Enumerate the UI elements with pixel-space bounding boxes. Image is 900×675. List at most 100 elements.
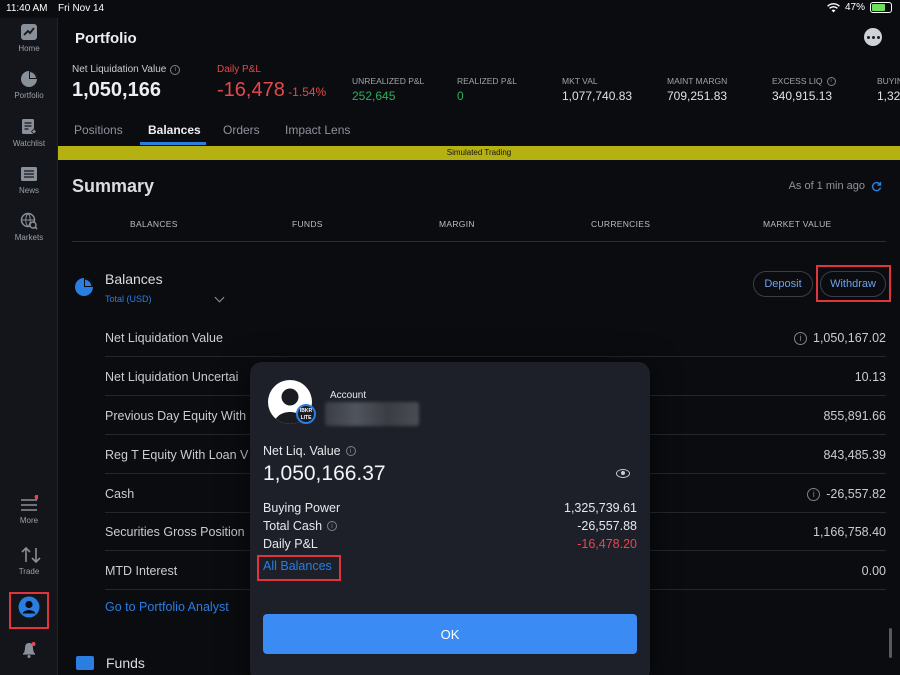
sidebar-item-more[interactable]: More <box>0 494 58 525</box>
metric-unrealized-label: UNREALIZED P&L <box>352 76 425 86</box>
row-label: Cash <box>105 487 135 501</box>
sidebar-item-trade[interactable]: Trade <box>0 546 58 576</box>
daily-pnl-value: -16,478.20 <box>577 537 637 551</box>
metric-excess-liq-value: 340,915.13 <box>772 89 833 103</box>
news-icon <box>20 165 38 183</box>
as-of-text: As of 1 min ago <box>788 180 865 192</box>
tab-positions[interactable]: Positions <box>74 123 123 137</box>
account-label: Account <box>330 390 367 401</box>
status-right: 47% <box>827 2 892 13</box>
pie-chart-icon <box>20 70 38 88</box>
metrics-bar: Net Liquidation Value i 1,050,166 Daily P… <box>58 60 900 112</box>
net-liq-value: 1,050,166.37 <box>263 462 386 485</box>
buying-power-label: Buying Power <box>263 501 341 515</box>
bell-icon <box>20 641 38 659</box>
more-options-button[interactable] <box>864 28 882 46</box>
portfolio-analyst-link[interactable]: Go to Portfolio Analyst <box>105 600 229 614</box>
metric-unrealized[interactable]: UNREALIZED P&L 252,645 <box>352 76 424 103</box>
info-icon: i <box>170 64 181 75</box>
ok-button[interactable]: OK <box>263 614 637 654</box>
metric-buying-power[interactable]: BUYIN 1,32 <box>877 76 900 103</box>
metric-realized-value: 0 <box>457 89 464 103</box>
metric-maint-margin-label: MAINT MARGN <box>667 76 728 86</box>
category-tab-market-value[interactable]: MARKET VALUE <box>763 219 831 229</box>
tab-impact-lens[interactable]: Impact Lens <box>285 123 350 137</box>
tab-balances[interactable]: Balances <box>148 123 201 137</box>
sidebar-label-more: More <box>19 516 39 525</box>
as-of-refresh[interactable]: As of 1 min ago <box>789 180 882 192</box>
sidebar-label-trade: Trade <box>18 567 40 576</box>
info-icon[interactable]: i <box>794 331 807 345</box>
metric-unrealized-value: 252,645 <box>352 89 396 103</box>
metric-excess-liq-label: EXCESS LIQ <box>772 76 823 86</box>
scrollbar[interactable] <box>889 628 892 658</box>
metric-realized[interactable]: REALIZED P&L 0 <box>457 76 517 103</box>
row-label: Securities Gross Position <box>105 525 245 539</box>
ibkr-lite-badge: IBKR LITE <box>296 404 316 424</box>
row-label: Reg T Equity With Loan V <box>105 448 249 462</box>
row-value: 843,485.39 <box>823 448 886 462</box>
active-tab-indicator <box>140 142 206 145</box>
row-label: Net Liquidation Uncertai <box>105 370 239 384</box>
funds-wallet-icon <box>76 656 94 670</box>
metric-maint-margin[interactable]: MAINT MARGN 709,251.83 <box>667 76 727 103</box>
category-tab-currencies[interactable]: CURRENCIES <box>591 219 650 229</box>
status-bar: 11:40 AM Fri Nov 14 47% <box>0 0 900 18</box>
tab-orders[interactable]: Orders <box>223 123 260 137</box>
sidebar-item-home[interactable]: Home <box>0 23 58 53</box>
sidebar-label-watchlist: Watchlist <box>12 139 46 148</box>
info-icon[interactable]: i <box>327 521 338 531</box>
sidebar: Home Portfolio Watchlist News Markets Mo… <box>0 18 58 675</box>
row-value: -26,557.82 <box>826 487 886 501</box>
sidebar-label-news: News <box>18 186 39 195</box>
app-root: { "status_bar": {"time": "11:40 AM", "da… <box>0 0 900 675</box>
category-tab-margin[interactable]: MARGIN <box>439 219 475 229</box>
highlight-withdraw-button <box>816 265 891 302</box>
metric-excess-liq[interactable]: EXCESS LIQ i 340,915.13 <box>772 76 836 103</box>
metric-buying-value: 1,32 <box>877 89 900 103</box>
metric-net-liq[interactable]: Net Liquidation Value i 1,050,166 <box>72 64 181 102</box>
funds-section-header: Funds <box>76 655 145 671</box>
highlight-all-balances <box>257 555 341 581</box>
refresh-icon[interactable] <box>871 181 882 192</box>
summary-category-tabs: BALANCES FUNDS MARGIN CURRENCIES MARKET … <box>72 216 886 242</box>
metric-maint-margin-value: 709,251.83 <box>667 89 728 103</box>
total-cash-label: Total Cash <box>263 519 323 533</box>
sidebar-item-markets[interactable]: Markets <box>0 212 58 242</box>
info-icon[interactable]: i <box>807 487 821 501</box>
highlight-account-button <box>9 592 49 629</box>
balances-currency-selector[interactable]: Total (USD) <box>105 294 152 304</box>
eye-icon[interactable] <box>616 469 630 478</box>
chevron-down-icon[interactable] <box>214 292 225 303</box>
deposit-button[interactable]: Deposit <box>753 271 813 297</box>
row-label: Net Liquidation Value <box>105 331 223 345</box>
category-tab-balances[interactable]: BALANCES <box>130 219 178 229</box>
category-tab-funds[interactable]: FUNDS <box>292 219 323 229</box>
metric-net-liq-value: 1,050,166 <box>72 79 161 101</box>
sidebar-item-news[interactable]: News <box>0 165 58 195</box>
metric-mkt-val[interactable]: MKT VAL 1,077,740.83 <box>562 76 632 103</box>
total-cash-value: -26,557.88 <box>577 519 637 533</box>
metric-mkt-val-value: 1,077,740.83 <box>562 89 633 103</box>
metric-daily-pnl[interactable]: Daily P&L -16,478 -1.54% <box>217 64 326 102</box>
sidebar-item-watchlist[interactable]: Watchlist <box>0 118 58 148</box>
row-value: 10.13 <box>854 370 886 384</box>
sidebar-label-home: Home <box>18 44 40 53</box>
sidebar-item-portfolio[interactable]: Portfolio <box>0 70 58 100</box>
net-liq-label-row: Net Liq. Value i <box>263 444 356 458</box>
row-value: 0.00 <box>861 564 886 578</box>
sidebar-label-portfolio: Portfolio <box>14 91 44 100</box>
row-label: Previous Day Equity With <box>105 409 247 423</box>
sidebar-item-notifications[interactable] <box>0 641 58 662</box>
metric-daily-pnl-pct: -1.54% <box>288 85 327 99</box>
table-row[interactable]: Net Liquidation Value i 1,050,167.02 <box>105 318 886 357</box>
metric-daily-pnl-value: -16,478 <box>217 79 285 101</box>
row-value: 1,050,167.02 <box>813 331 886 345</box>
battery-icon <box>870 2 892 13</box>
info-icon[interactable]: i <box>345 446 356 456</box>
account-summary-modal: IBKR LITE Account Net Liq. Value i 1,050… <box>250 362 650 675</box>
summary-title: Summary <box>72 176 155 196</box>
info-icon: i <box>826 76 836 86</box>
status-time: 11:40 AM <box>6 3 48 14</box>
balances-title: Balances <box>105 271 163 287</box>
